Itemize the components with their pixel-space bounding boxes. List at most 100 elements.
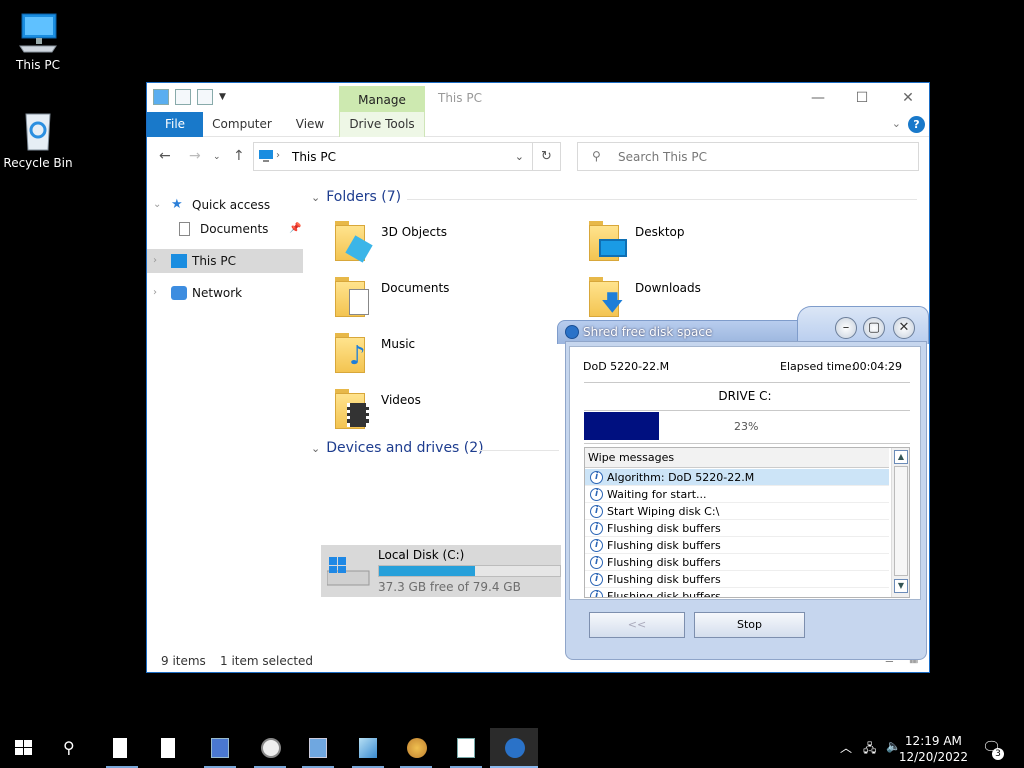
- folder-3d-objects[interactable]: 3D Objects: [331, 219, 571, 271]
- progress-bar-fill: [584, 412, 659, 440]
- list-item[interactable]: i Flushing disk buffers: [585, 537, 889, 554]
- help-icon[interactable]: ?: [908, 116, 925, 133]
- nav-item-this-pc[interactable]: › This PC: [147, 249, 303, 273]
- taskbar-app-document[interactable]: [146, 728, 194, 768]
- tab-file[interactable]: File: [147, 112, 203, 137]
- devices-group-header[interactable]: ⌄ Devices and drives (2): [311, 440, 559, 456]
- dialog-maximize-button[interactable]: ▢: [863, 317, 885, 339]
- taskbar-app-clock[interactable]: [246, 728, 294, 768]
- chevron-right-icon[interactable]: ›: [153, 249, 157, 273]
- recent-chevron-icon[interactable]: ⌄: [213, 152, 221, 162]
- list-header[interactable]: Wipe messages: [585, 448, 889, 468]
- list-item[interactable]: i Flushing disk buffers: [585, 520, 889, 537]
- drive-usage-bar: [378, 565, 561, 577]
- chevron-down-icon[interactable]: ⌄: [311, 191, 320, 204]
- nav-item-quick-access[interactable]: ⌄ ★ Quick access: [147, 193, 303, 217]
- up-arrow-icon[interactable]: ↑: [233, 148, 245, 164]
- chevron-down-icon[interactable]: ⌄: [515, 150, 524, 163]
- search-button[interactable]: ⚲: [48, 728, 96, 768]
- search-icon: ⚲: [592, 149, 601, 163]
- list-item[interactable]: i Waiting for start...: [585, 486, 889, 503]
- nav-item-documents[interactable]: Documents 📌: [147, 217, 303, 241]
- window-title: This PC: [438, 91, 482, 105]
- list-scrollbar[interactable]: ▲ ▼: [891, 448, 909, 597]
- desktop-icon-this-pc[interactable]: This PC: [0, 10, 76, 72]
- new-folder-icon[interactable]: [197, 89, 213, 105]
- breadcrumb[interactable]: This PC: [292, 150, 336, 164]
- scroll-up-icon[interactable]: ▲: [894, 450, 908, 464]
- drive-usage-fill: [379, 566, 475, 576]
- tab-manage[interactable]: Manage: [339, 86, 425, 112]
- back-button[interactable]: <<: [589, 612, 685, 638]
- list-item[interactable]: i Flushing disk buffers: [585, 588, 889, 597]
- message-text: Flushing disk buffers: [607, 573, 721, 586]
- start-button[interactable]: [0, 728, 48, 768]
- search-input[interactable]: ⚲ Search This PC: [577, 142, 919, 171]
- system-clock[interactable]: 12:19 AM 12/20/2022: [899, 733, 968, 765]
- list-item[interactable]: i Flushing disk buffers: [585, 571, 889, 588]
- expand-ribbon-icon[interactable]: ⌄: [892, 117, 901, 130]
- chevron-down-icon[interactable]: ⌄: [311, 442, 320, 455]
- chevron-down-icon[interactable]: ▼: [219, 92, 226, 102]
- list-item[interactable]: i Flushing disk buffers: [585, 554, 889, 571]
- group-title: Folders (7): [326, 189, 402, 205]
- palette-icon: [407, 738, 427, 758]
- folder-desktop[interactable]: Desktop: [585, 219, 825, 271]
- folder-label: Desktop: [635, 225, 685, 239]
- minimize-button[interactable]: —: [795, 87, 841, 109]
- list-item[interactable]: i Start Wiping disk C:\: [585, 503, 889, 520]
- desktop-folder-icon: [589, 219, 629, 263]
- taskbar-app-editor[interactable]: [344, 728, 392, 768]
- tab-view[interactable]: View: [285, 112, 335, 137]
- folder-music[interactable]: ♪ Music: [331, 331, 571, 383]
- maximize-button[interactable]: ☐: [839, 87, 885, 109]
- show-hidden-icons-icon[interactable]: ︿: [840, 739, 852, 756]
- dialog-close-button[interactable]: ✕: [893, 317, 915, 339]
- info-icon: i: [590, 522, 603, 535]
- drive-item-local-disk-c[interactable]: Local Disk (C:) 37.3 GB free of 79.4 GB: [321, 545, 561, 597]
- info-icon: i: [590, 573, 603, 586]
- tab-drive-tools[interactable]: Drive Tools: [339, 112, 425, 137]
- dialog-panel: DoD 5220-22.M Elapsed time: 00:04:29 DRI…: [569, 346, 921, 600]
- taskbar-app-paint[interactable]: [392, 728, 440, 768]
- taskbar-app-shredder[interactable]: [490, 728, 538, 768]
- desktop-icon-recycle-bin[interactable]: Recycle Bin: [0, 108, 76, 170]
- folders-group-header[interactable]: ⌄ Folders (7): [311, 189, 917, 205]
- pen-icon: [359, 738, 377, 758]
- notification-center-button[interactable]: 🗨 3: [982, 738, 1004, 760]
- refresh-button[interactable]: ↻: [533, 142, 561, 171]
- properties-icon[interactable]: [175, 89, 191, 105]
- ribbon-tabs: File Computer View Drive Tools ⌄ ?: [147, 112, 929, 137]
- forward-arrow-icon[interactable]: →: [189, 148, 201, 164]
- network-icon[interactable]: 🖧: [863, 739, 876, 760]
- chevron-down-icon[interactable]: ⌄: [153, 193, 161, 217]
- taskbar-app-calculator[interactable]: [294, 728, 342, 768]
- breadcrumb-separator-icon[interactable]: ›: [276, 150, 280, 161]
- taskbar-app-monitor[interactable]: [196, 728, 244, 768]
- chevron-right-icon[interactable]: ›: [153, 281, 157, 305]
- folder-documents[interactable]: Documents: [331, 275, 571, 327]
- scroll-down-icon[interactable]: ▼: [894, 579, 908, 593]
- scroll-thumb[interactable]: [894, 466, 908, 576]
- pin-icon[interactable]: 📌: [289, 217, 301, 241]
- list-item[interactable]: i Algorithm: DoD 5220-22.M: [585, 469, 889, 486]
- clock-icon: [261, 738, 281, 758]
- info-icon: i: [590, 556, 603, 569]
- tab-computer[interactable]: Computer: [207, 112, 277, 137]
- dialog-minimize-button[interactable]: –: [835, 317, 857, 339]
- algorithm-label: DoD 5220-22.M: [583, 360, 670, 373]
- drive-free-space: 37.3 GB free of 79.4 GB: [378, 580, 521, 594]
- folder-videos[interactable]: Videos: [331, 387, 571, 439]
- taskbar-app-viewer[interactable]: [442, 728, 490, 768]
- computer-icon[interactable]: [153, 89, 169, 105]
- back-arrow-icon[interactable]: ←: [159, 148, 171, 164]
- taskbar-app-notepad[interactable]: [98, 728, 146, 768]
- wipe-messages-list[interactable]: Wipe messages i Algorithm: DoD 5220-22.M i…: [584, 447, 910, 598]
- stop-button[interactable]: Stop: [694, 612, 805, 638]
- network-icon: [171, 286, 187, 300]
- elapsed-value: 00:04:29: [852, 360, 902, 373]
- notification-count: 3: [992, 748, 1004, 760]
- nav-item-network[interactable]: › Network: [147, 281, 303, 305]
- address-bar[interactable]: › This PC ⌄: [253, 142, 533, 171]
- close-button[interactable]: ✕: [885, 87, 929, 109]
